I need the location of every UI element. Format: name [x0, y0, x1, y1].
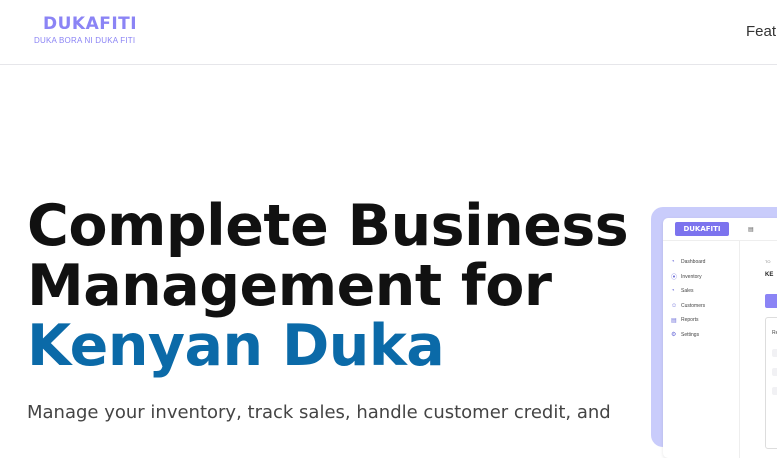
preview-nav-customers: ☺ Customers: [671, 299, 705, 314]
logo-name: DUKAFITI: [43, 14, 138, 34]
hero-title: Complete Business Management for Kenyan …: [27, 193, 629, 379]
logo-tagline: DUKA BORA NI DUKA FITI: [34, 36, 136, 45]
preview-nav-label: Settings: [681, 331, 700, 338]
preview-nav-dashboard: ◔ Dashboard: [671, 255, 705, 270]
preview-card: [765, 317, 777, 449]
preview-sidebar-nav: ◔ Dashboard ⦿ Inventory ◔ Sales ☺ Customers …: [671, 255, 705, 342]
preview-card-row: [772, 368, 777, 376]
preview-card-row: [772, 387, 777, 395]
settings-icon: ⚙: [671, 332, 677, 339]
app-preview-window: DUKAFITI ▤ ◔ Dashboard ⦿ Inventory ◔ Sales …: [663, 218, 777, 458]
preview-nav-label: Dashboard: [681, 259, 706, 266]
nav-link-features[interactable]: Feat: [746, 23, 776, 40]
preview-action-button: [765, 294, 777, 308]
preview-stat-value: KE: [765, 272, 774, 278]
dashboard-icon: ◔: [671, 259, 675, 266]
site-header: DUKAFITI DUKA BORA NI DUKA FITI Feat: [0, 0, 777, 65]
preview-stat-label: TO: [765, 259, 771, 264]
preview-card-row: [772, 349, 777, 357]
preview-grid-icon: ▤: [748, 227, 754, 233]
preview-nav-settings: ⚙ Settings: [671, 328, 705, 343]
logo[interactable]: DUKAFITI DUKA BORA NI DUKA FITI: [34, 14, 137, 45]
preview-nav-label: Sales: [681, 288, 694, 295]
sales-icon: ◔: [671, 288, 675, 295]
preview-logo: DUKAFITI: [675, 222, 729, 236]
reports-icon: ▤: [671, 317, 677, 324]
preview-nav-label: Inventory: [681, 273, 702, 280]
hero-subtitle: Manage your inventory, track sales, hand…: [27, 402, 611, 423]
inventory-icon: ⦿: [671, 275, 678, 282]
preview-top-divider: [663, 240, 777, 241]
preview-nav-inventory: ⦿ Inventory: [671, 270, 705, 285]
preview-nav-label: Reports: [681, 317, 699, 324]
preview-nav-label: Customers: [681, 302, 706, 309]
hero-title-accent: Kenyan Duka: [27, 313, 445, 379]
hero-title-line-1: Complete Business: [27, 193, 629, 259]
app-preview-frame: DUKAFITI ▤ ◔ Dashboard ⦿ Inventory ◔ Sales …: [651, 207, 777, 458]
preview-sidebar-divider: [739, 240, 740, 458]
preview-nav-sales: ◔ Sales: [671, 284, 705, 299]
hero-title-line-2: Management for: [27, 253, 552, 319]
preview-nav-reports: ▤ Reports: [671, 313, 705, 328]
customers-icon: ☺: [671, 302, 678, 309]
preview-card-title: Re: [772, 330, 777, 336]
